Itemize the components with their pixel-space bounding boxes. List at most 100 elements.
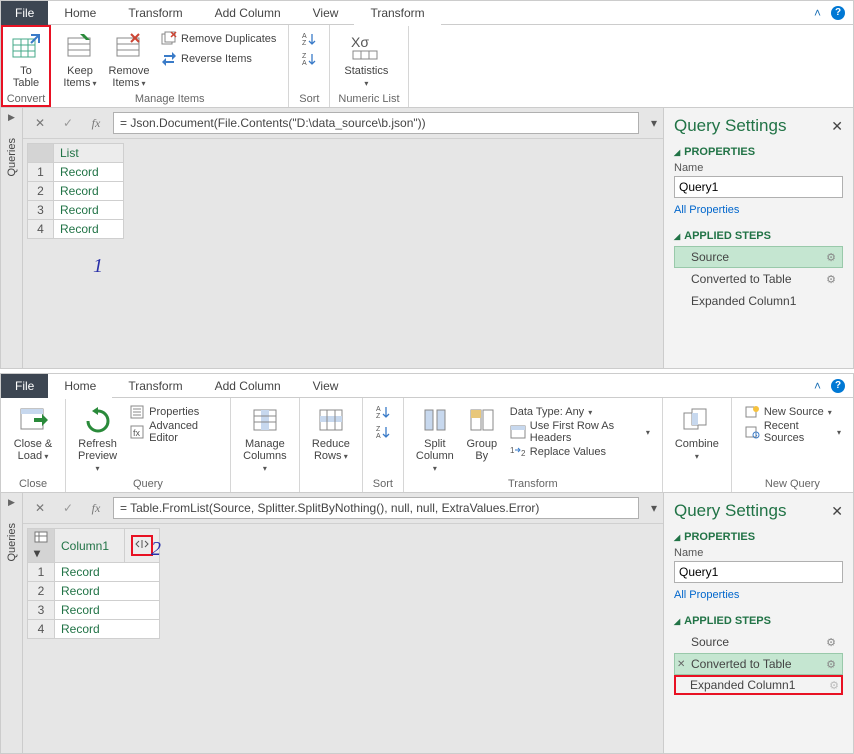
step-converted[interactable]: ✕Converted to Table⚙ [674,653,843,675]
grid-cell[interactable]: Record [54,163,124,182]
statistics-button[interactable]: Χσ Statistics [338,29,394,91]
reverse-items-button[interactable]: Reverse Items [157,49,280,69]
queries-rail[interactable]: ▶ Queries [1,108,23,368]
grid-cell[interactable]: Record [55,563,160,582]
split-column-button[interactable]: Split Column [412,402,458,476]
reduce-rows-button[interactable]: Reduce Rows [308,402,354,464]
formula-accept-button[interactable]: ✓ [57,112,79,134]
queries-rail[interactable]: ▶ Queries [1,493,23,753]
step-label: Converted to Table [691,272,792,286]
gear-icon[interactable]: ⚙ [826,273,836,286]
formula-dropdown[interactable]: ▾ [651,501,657,515]
column-header-list[interactable]: List [54,144,124,163]
row-header[interactable]: 4 [28,220,54,239]
step-source[interactable]: Source⚙ [674,631,843,653]
sort-asc-button[interactable]: AZ [297,29,321,49]
help-icon[interactable]: ? [831,379,845,393]
manage-columns-button[interactable]: Manage Columns [239,402,291,476]
formula-text: = Table.FromList(Source, Splitter.SplitB… [120,501,539,515]
tab-home[interactable]: Home [48,1,112,25]
sort-desc-button[interactable]: ZA [297,49,321,69]
step-source[interactable]: Source⚙ [674,246,843,268]
grid-cell[interactable]: Record [54,182,124,201]
row-header[interactable]: 4 [28,620,55,639]
remove-duplicates-button[interactable]: Remove Duplicates [157,29,280,49]
tab-view[interactable]: View [297,1,355,25]
sort-desc-button[interactable]: ZA [371,422,395,442]
gear-icon[interactable]: ⚙ [826,636,836,649]
step-expanded[interactable]: Expanded Column1 [674,290,843,312]
grid-cell[interactable]: Record [54,201,124,220]
tab-view[interactable]: View [297,374,355,398]
grid-cell[interactable]: Record [55,582,160,601]
tab-home[interactable]: Home [48,375,112,399]
formula-dropdown[interactable]: ▾ [651,116,657,130]
replace-values-button[interactable]: 12Replace Values [506,442,654,462]
manage-items-group-label: Manage Items [59,93,280,105]
grid-cell[interactable]: Record [55,620,160,639]
ribbon-collapse-icon[interactable]: ˄ [814,379,821,393]
step-converted[interactable]: Converted to Table ⚙ [674,268,843,290]
tab-transform-active[interactable]: Transform [354,2,440,26]
applied-steps-header[interactable]: APPLIED STEPS [674,230,843,242]
formula-input[interactable]: = Table.FromList(Source, Splitter.SplitB… [113,497,639,519]
close-settings-button[interactable]: ✕ [831,118,843,135]
formula-input[interactable]: = Json.Document(File.Contents("D:\data_s… [113,112,639,134]
tab-transform[interactable]: Transform [112,374,198,398]
tab-transform[interactable]: Transform [112,1,198,25]
gear-icon[interactable]: ⚙ [826,658,836,671]
formula-cancel-button[interactable]: ✕ [29,497,51,519]
keep-items-button[interactable]: Keep Items [59,29,101,91]
keep-items-label: Keep Items [63,65,96,89]
fx-icon[interactable]: fx [85,112,107,134]
query-name-input[interactable] [674,561,843,583]
formula-cancel-button[interactable]: ✕ [29,112,51,134]
grid-corner[interactable] [28,144,54,163]
row-header[interactable]: 3 [28,601,55,620]
help-icon[interactable]: ? [831,6,845,20]
row-header[interactable]: 1 [28,563,55,582]
gear-icon[interactable]: ⚙ [826,251,836,264]
recent-sources-label: Recent Sources [764,420,833,444]
delete-step-icon[interactable]: ✕ [677,659,685,670]
advanced-editor-button[interactable]: fxAdvanced Editor [125,422,222,442]
row-header[interactable]: 2 [28,582,55,601]
applied-steps-header[interactable]: APPLIED STEPS [674,615,843,627]
combine-button[interactable]: Combine [671,402,723,464]
tab-add-column[interactable]: Add Column [199,1,297,25]
group-by-button[interactable]: Group By [462,402,502,464]
file-tab[interactable]: File [1,374,48,398]
ribbon-collapse-icon[interactable]: ˄ [814,6,821,20]
row-header[interactable]: 1 [28,163,54,182]
data-type-button[interactable]: Data Type: Any [506,402,654,422]
to-table-button[interactable]: To Table [5,29,47,91]
sort-asc-button[interactable]: AZ [371,402,395,422]
row-header[interactable]: 3 [28,201,54,220]
recent-sources-button[interactable]: Recent Sources [740,422,845,442]
tab-add-column[interactable]: Add Column [199,374,297,398]
grid-cell[interactable]: Record [54,220,124,239]
close-settings-button[interactable]: ✕ [831,503,843,520]
gear-icon[interactable]: ⚙ [829,679,839,692]
formula-accept-button[interactable]: ✓ [57,497,79,519]
step-expanded[interactable]: Expanded Column1⚙ [674,675,843,695]
properties-button[interactable]: Properties [125,402,222,422]
column-header[interactable]: Column1 [55,529,125,563]
first-row-headers-button[interactable]: Use First Row As Headers [506,422,654,442]
properties-header[interactable]: PROPERTIES [674,146,843,158]
fx-icon[interactable]: fx [85,497,107,519]
grid-cell[interactable]: Record [55,601,160,620]
query-name-input[interactable] [674,176,843,198]
properties-header[interactable]: PROPERTIES [674,531,843,543]
all-properties-link[interactable]: All Properties [674,204,843,216]
row-header[interactable]: 2 [28,182,54,201]
remove-items-button[interactable]: Remove Items [105,29,153,91]
all-properties-link[interactable]: All Properties [674,589,843,601]
data-grid[interactable]: List 1Record 2Record 3Record 4Record [27,143,124,239]
file-tab[interactable]: File [1,1,48,25]
close-load-button[interactable]: Close & Load [9,402,57,464]
refresh-preview-button[interactable]: Refresh Preview [74,402,121,476]
new-source-button[interactable]: New Source [740,402,845,422]
data-grid[interactable]: ▾ Column1 1Record 2Record 3Record 4Recor… [27,528,160,639]
grid-corner[interactable]: ▾ [28,529,55,563]
